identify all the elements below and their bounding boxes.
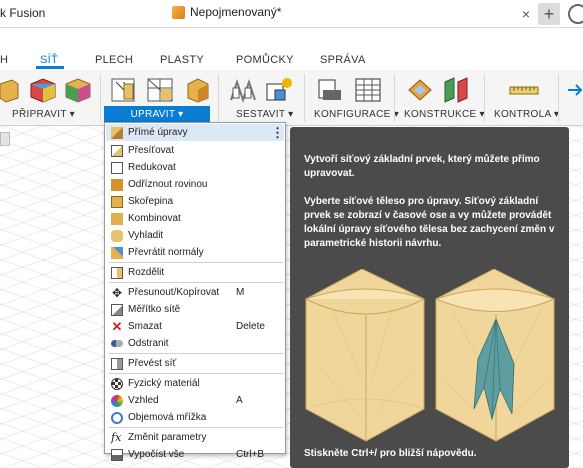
- upravit-dropdown-menu: Přímé úpravy ⋮ Přesíťovat Redukovat Odří…: [104, 122, 286, 461]
- menu-item-compute-all[interactable]: Vypočíst vše Ctrl+B: [106, 446, 284, 463]
- remesh-icon: [111, 144, 123, 157]
- new-component-icon[interactable]: [264, 76, 294, 104]
- menu-item-plane-cut[interactable]: Odříznout rovinou: [106, 176, 284, 193]
- ribbon-separator: [394, 74, 395, 122]
- volumetric-lattice-icon: [111, 411, 123, 424]
- physical-material-icon: [111, 377, 123, 390]
- remove-icon: [111, 340, 123, 347]
- app-title: k Fusion: [0, 6, 46, 20]
- new-tab-button[interactable]: +: [538, 3, 560, 25]
- document-tab[interactable]: Nepojmenovaný*: [172, 5, 281, 19]
- ribbon-separator: [100, 74, 101, 122]
- menu-item-change-parameters[interactable]: fx Změnit parametry: [106, 429, 284, 446]
- reduce-icon: [111, 161, 123, 174]
- measure-icon[interactable]: [508, 76, 540, 104]
- menu-item-move-copy[interactable]: ✥ Přesunout/Kopírovat M: [106, 284, 284, 301]
- ribbon-separator: [484, 74, 485, 122]
- change-parameters-icon: fx: [111, 430, 122, 444]
- tooltip-intro: Vytvoří síťový základní prvek, který můž…: [304, 154, 540, 179]
- menu-item-separate[interactable]: Rozdělit: [106, 264, 284, 281]
- tab-plasty[interactable]: PLASTY: [160, 54, 204, 66]
- configure-icon[interactable]: [316, 76, 346, 104]
- group-konstrukce[interactable]: KONSTRUKCE ▾: [404, 109, 485, 120]
- mesh-illustration: [305, 269, 556, 442]
- menu-item-remove[interactable]: Odstranit: [106, 335, 284, 352]
- convert-mesh-icon: [111, 357, 123, 370]
- tooltip-body: Vyberte síťové těleso pro úpravy. Síťový…: [304, 196, 555, 249]
- menu-item-volumetric-lattice[interactable]: Objemová mřížka: [106, 409, 284, 426]
- compute-all-icon: [111, 448, 123, 461]
- plane-cut-icon: [111, 178, 123, 191]
- offset-plane-icon[interactable]: [406, 76, 434, 104]
- move-icon: ✥: [111, 285, 123, 300]
- tab-plech[interactable]: PLECH: [95, 54, 133, 66]
- direct-edit-icon: [111, 126, 123, 139]
- smooth-icon: [111, 229, 123, 242]
- document-tab-title: Nepojmenovaný*: [190, 5, 282, 19]
- group-pripravit[interactable]: PŘIPRAVIT ▾: [12, 109, 75, 120]
- group-upravit[interactable]: UPRAVIT ▾: [104, 106, 210, 123]
- title-bar: k Fusion Nepojmenovaný* × +: [0, 0, 583, 28]
- shell-icon: [111, 195, 123, 208]
- insert-partial-icon[interactable]: [566, 76, 583, 104]
- workspace-tabbar: H SÍŤ PLECH PLASTY POMŮCKY SPRÁVA: [0, 28, 583, 70]
- menu-separator: [109, 427, 283, 428]
- menu-item-convert-mesh[interactable]: Převést síť: [106, 355, 284, 372]
- tab-pomucky[interactable]: POMŮCKY: [236, 54, 294, 66]
- joint-icon[interactable]: [228, 76, 258, 104]
- group-konfigurace[interactable]: KONFIGURACE ▾: [314, 109, 399, 120]
- menu-item-combine[interactable]: Kombinovat: [106, 210, 284, 227]
- menu-separator: [109, 353, 283, 354]
- menu-item-smooth[interactable]: Vyhladit: [106, 227, 284, 244]
- tooltip-footer: Stiskněte Ctrl+/ pro bližší nápovědu.: [304, 448, 477, 459]
- midplane-icon[interactable]: [442, 76, 470, 104]
- menu-item-reduce[interactable]: Redukovat: [106, 159, 284, 176]
- menu-item-physical-material[interactable]: Fyzický materiál: [106, 375, 284, 392]
- close-tab-icon[interactable]: ×: [519, 6, 533, 22]
- tab-sit[interactable]: SÍŤ: [40, 54, 58, 66]
- menu-item-appearance[interactable]: Vzhled A: [106, 392, 284, 409]
- delete-icon: ✕: [111, 318, 123, 334]
- mesh-before-shape: [305, 269, 425, 442]
- box-partial-icon[interactable]: [0, 76, 20, 104]
- ribbon-separator: [558, 74, 559, 122]
- ribbon-separator: [218, 74, 219, 122]
- reverse-normal-icon: [111, 246, 123, 259]
- menu-separator: [109, 262, 283, 263]
- menu-item-reverse-normal[interactable]: Převrátit normály: [106, 244, 284, 261]
- scale-icon: [111, 303, 123, 316]
- menu-separator: [109, 373, 283, 374]
- tooltip-panel: Vytvoří síťový základní prvek, který můž…: [290, 127, 569, 468]
- menu-item-direct-edit[interactable]: Přímé úpravy ⋮: [106, 124, 284, 141]
- menu-item-delete[interactable]: ✕ Smazat Delete: [106, 318, 284, 335]
- tab-sprava[interactable]: SPRÁVA: [320, 54, 366, 66]
- menu-item-remesh[interactable]: Přesíťovat: [106, 142, 284, 159]
- browser-toggle-button[interactable]: [0, 132, 10, 146]
- configuration-table-icon[interactable]: [354, 76, 382, 104]
- mesh-cube-icon[interactable]: [28, 76, 58, 104]
- ribbon-separator: [304, 74, 305, 122]
- remesh-ribbon-icon[interactable]: [146, 76, 176, 104]
- tessellate-icon[interactable]: [64, 76, 92, 104]
- account-icon[interactable]: [568, 4, 583, 24]
- group-sestavit[interactable]: SESTAVIT ▾: [236, 109, 293, 120]
- more-options-icon[interactable]: ⋮: [271, 125, 284, 141]
- combine-icon: [111, 212, 123, 225]
- group-kontrola[interactable]: KONTROLA ▾: [494, 109, 559, 120]
- active-tab-underline: [36, 66, 64, 69]
- ribbon: PŘIPRAVIT ▾ UPRAVIT ▾ SESTAVIT ▾ KONFIGU…: [0, 70, 583, 126]
- tab-partial[interactable]: H: [0, 54, 8, 66]
- shell-ribbon-icon[interactable]: [186, 76, 210, 104]
- menu-item-scale[interactable]: Měřítko sítě: [106, 301, 284, 318]
- direct-edit-ribbon-icon[interactable]: [110, 76, 138, 104]
- separate-icon: [111, 266, 123, 279]
- document-icon: [172, 5, 185, 19]
- menu-separator: [109, 282, 283, 283]
- mesh-after-shape: [435, 269, 556, 442]
- appearance-icon: [111, 394, 123, 407]
- menu-item-shell[interactable]: Skořepina: [106, 193, 284, 210]
